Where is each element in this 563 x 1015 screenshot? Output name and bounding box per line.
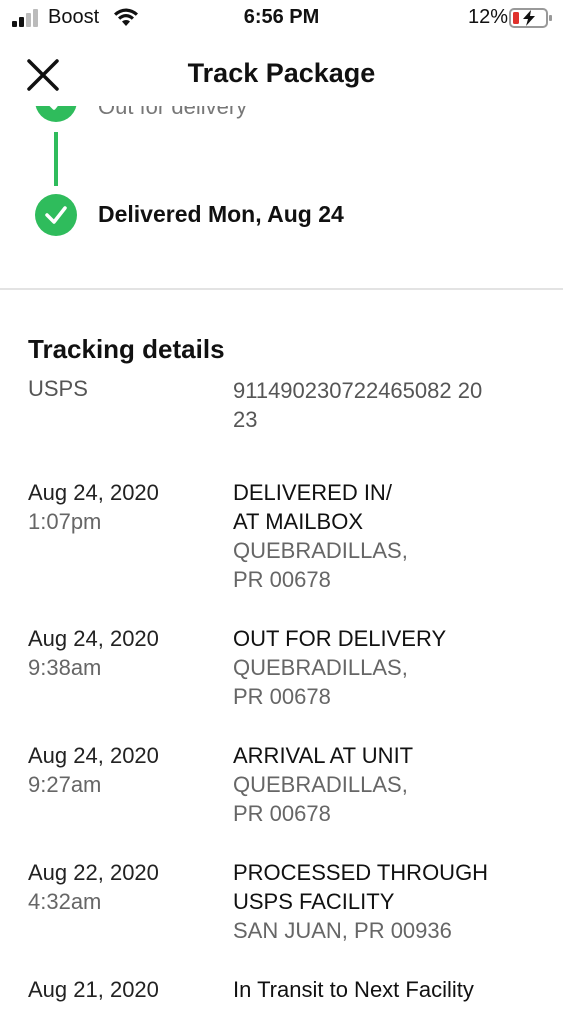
event-status: OUT FOR DELIVERY [233,624,533,653]
event-status-line: DELIVERED IN/ [233,480,392,505]
battery-charging-icon [509,8,552,28]
tracking-events: Aug 24, 2020 1:07pm DELIVERED IN/ AT MAI… [0,478,563,1015]
event-status-line: USPS FACILITY [233,889,395,914]
tracking-number-line: 911490230722465082 20 [233,378,483,403]
event-location-line: PR 00678 [233,684,331,709]
battery-percent: 12% [467,6,508,28]
event-time: 9:27am [28,772,102,797]
event-time: 4:32am [28,889,102,914]
event-location: QUEBRADILLAS, PR 00678 [233,770,533,828]
page-title: Track Package [187,58,376,88]
event-time: 1:07pm [28,509,102,534]
event-location-line: PR 00678 [233,567,331,592]
event-status-line: PROCESSED THROUGH [233,860,489,885]
event-time: 9:38am [28,655,102,680]
event-status-line: ARRIVAL AT UNIT [233,743,414,768]
status-bar: Boost 6:56 PM 12% [0,0,563,40]
shipping-carrier: USPS [28,376,88,401]
tracking-event: Aug 24, 2020 9:27am ARRIVAL AT UNIT QUEB… [0,741,563,858]
tracking-event: Aug 24, 2020 9:38am OUT FOR DELIVERY QUE… [0,624,563,741]
tracking-number-line: 23 [233,407,258,432]
event-date: Aug 24, 2020 [28,626,159,651]
delivery-timeline: Out for delivery Delivered Mon, Aug 24 [0,90,563,250]
event-status-line: AT MAILBOX [233,509,364,534]
event-date: Aug 24, 2020 [28,480,159,505]
event-status: DELIVERED IN/ AT MAILBOX [233,478,533,536]
section-divider [0,288,563,290]
tracking-event: Aug 22, 2020 4:32am PROCESSED THROUGH US… [0,858,563,975]
event-location: QUEBRADILLAS, PR 00678 [233,536,533,594]
event-location-line: QUEBRADILLAS, [233,772,408,797]
event-location-line: QUEBRADILLAS, [233,655,408,680]
check-icon [35,194,77,236]
tracking-number[interactable]: 911490230722465082 20 23 [233,376,533,434]
tracking-details-title: Tracking details [28,334,225,364]
timeline-connector [54,132,58,186]
header: Track Package [0,40,563,106]
timeline-current-step: Delivered Mon, Aug 24 [98,201,344,227]
event-location-line: QUEBRADILLAS, [233,538,408,563]
event-location: SAN JUAN, PR 00936 [233,916,533,945]
tracking-event: Aug 21, 2020 In Transit to Next Facility [0,975,563,1015]
event-location: QUEBRADILLAS, PR 00678 [233,653,533,711]
event-date: Aug 24, 2020 [28,743,159,768]
event-status: PROCESSED THROUGH USPS FACILITY [233,858,533,916]
event-date: Aug 22, 2020 [28,860,159,885]
event-location-line: PR 00678 [233,801,331,826]
event-status-line: OUT FOR DELIVERY [233,626,447,651]
tracking-event: Aug 24, 2020 1:07pm DELIVERED IN/ AT MAI… [0,478,563,624]
event-location-line: SAN JUAN, PR 00936 [233,918,452,943]
event-status: ARRIVAL AT UNIT [233,741,533,770]
